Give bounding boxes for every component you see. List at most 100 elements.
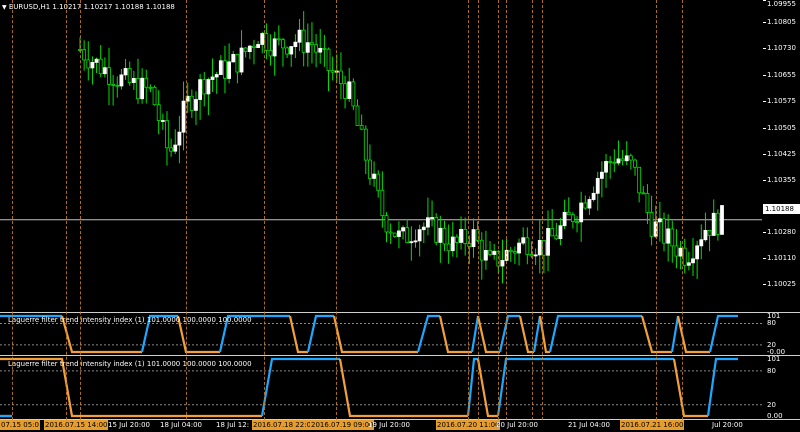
symbol-caption: ▼ EURUSD,H1 1.10217 1.10217 1.10188 1.10… <box>2 3 175 12</box>
bear-candle <box>649 211 654 237</box>
indicator-1-title: Laguerre filter trend intensity index (1… <box>8 316 252 324</box>
bull-candle <box>397 230 401 237</box>
bull-candle <box>173 144 178 152</box>
indicator-1-axis: 101 80 20 -0.00 <box>763 312 800 356</box>
event-marker-line <box>498 0 499 420</box>
bull-candle <box>500 260 505 267</box>
trend-line-down <box>476 315 500 354</box>
bear-candle <box>111 84 116 86</box>
bear-candle <box>525 237 530 255</box>
bear-candle <box>715 212 720 235</box>
bull-candle <box>720 205 724 235</box>
time-tick-label: 15 Jul 20:00 <box>108 421 150 429</box>
price-tick-label: 1.10730 <box>767 44 796 52</box>
bear-candle <box>455 236 459 243</box>
bear-candle <box>363 128 368 161</box>
bull-candle <box>318 47 323 53</box>
bull-candle <box>599 171 604 179</box>
indicator-2-axis: 101 80 20 0.00 <box>763 355 800 420</box>
bull-candle <box>562 211 567 227</box>
event-marker-line <box>468 0 469 420</box>
bull-candle <box>695 245 700 260</box>
trend-line-up <box>548 314 642 353</box>
event-marker-line <box>682 0 683 420</box>
menu-triangle-icon[interactable]: ▼ <box>2 4 7 11</box>
trend-line-up <box>670 315 680 353</box>
bull-candle <box>227 61 232 79</box>
bear-candle <box>446 243 451 252</box>
bull-candle <box>450 236 455 252</box>
event-marker-line <box>264 0 265 420</box>
bull-candle <box>123 68 128 76</box>
bear-candle <box>252 45 256 48</box>
indicator-2-title: Laguerre filter trend intensity index (1… <box>8 360 252 368</box>
bull-candle <box>517 242 521 254</box>
event-marker-line <box>532 0 533 420</box>
time-tick-label: 19 Jul 20:00 <box>368 421 410 429</box>
bull-candle <box>591 192 596 200</box>
trend-line-up <box>706 357 738 417</box>
time-tick-label: 21 Jul 04:00 <box>568 421 610 429</box>
bull-candle <box>699 239 704 247</box>
price-chart-pane[interactable] <box>0 0 762 312</box>
bear-candle <box>637 166 642 194</box>
bear-candle <box>148 86 153 89</box>
trend-line-down <box>640 315 672 354</box>
bull-candle <box>533 254 538 257</box>
price-axis[interactable]: 1.10805 1.10730 1.10655 1.10575 1.10505 1.104… <box>763 0 800 312</box>
bear-candle <box>310 42 314 46</box>
bear-candle <box>156 104 161 121</box>
price-tick-mark <box>763 22 766 23</box>
price-tick-mark <box>763 128 766 129</box>
candlestick-chart <box>0 11 762 284</box>
event-marker-line <box>12 0 13 420</box>
indicator-tick-label: 0.00 <box>767 412 783 420</box>
bull-candle <box>289 46 294 55</box>
bull-candle <box>686 262 691 266</box>
bull-candle <box>177 131 182 146</box>
event-marker-line <box>66 0 67 420</box>
bear-candle <box>326 48 331 71</box>
indicator-tick-label: 101 <box>767 355 781 363</box>
bear-candle <box>575 221 579 224</box>
bull-candle <box>131 78 136 83</box>
bull-candle <box>272 38 277 57</box>
bear-candle <box>550 228 555 237</box>
event-marker-line <box>656 0 657 420</box>
event-marker-line <box>542 0 543 420</box>
bear-candle <box>463 228 468 245</box>
bull-candle <box>218 60 223 75</box>
bear-candle <box>388 231 393 234</box>
bear-candle <box>314 44 318 53</box>
bear-candle <box>136 78 140 100</box>
price-tick-label: 1.10355 <box>767 176 796 184</box>
time-marker-label: 2016.07.15 14:00 <box>44 420 109 430</box>
bull-candle <box>119 74 124 87</box>
bear-candle <box>682 247 687 266</box>
price-tick-mark <box>763 180 766 181</box>
bull-candle <box>293 41 298 47</box>
bear-candle <box>235 54 240 73</box>
bear-candle <box>612 161 617 164</box>
trend-line-down <box>338 358 468 418</box>
event-marker-line <box>336 0 337 420</box>
bear-candle <box>434 217 439 243</box>
bull-candle <box>587 199 592 209</box>
bull-candle <box>239 47 244 73</box>
bear-candle <box>566 211 571 216</box>
bear-candle <box>281 39 285 49</box>
bear-candle <box>479 239 484 261</box>
bear-candle <box>152 86 157 106</box>
bull-candle <box>546 228 550 256</box>
bear-candle <box>268 49 273 57</box>
bear-candle <box>368 159 372 179</box>
bear-candle <box>165 120 169 149</box>
bear-candle <box>380 189 385 217</box>
bear-candle <box>670 228 675 247</box>
bull-candle <box>579 202 584 223</box>
bull-candle <box>521 237 526 244</box>
bull-candle <box>657 218 662 223</box>
bear-candle <box>144 77 149 88</box>
bear-candle <box>322 47 327 50</box>
bear-candle <box>107 67 111 85</box>
